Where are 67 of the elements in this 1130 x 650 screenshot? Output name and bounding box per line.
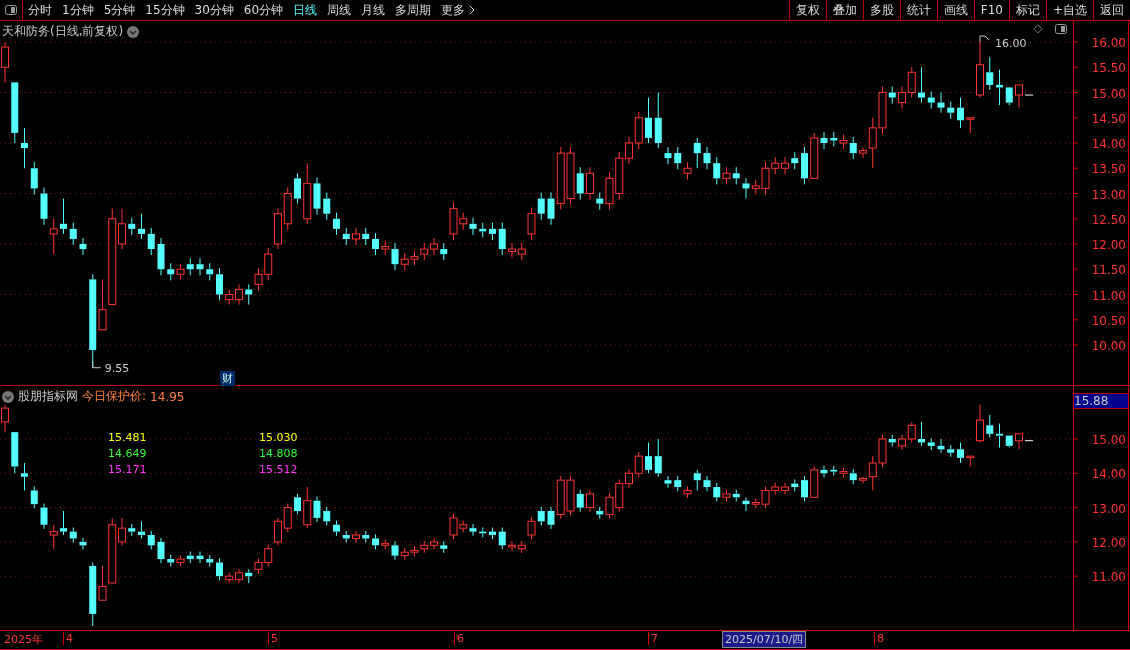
- dropdown-icon[interactable]: [127, 25, 140, 38]
- axis-label: 10.50: [1091, 313, 1126, 328]
- axis-label: 13.50: [1091, 162, 1126, 177]
- month-label: 7: [648, 632, 658, 645]
- axis-label: 15.00: [1091, 433, 1126, 447]
- axis-label: 10.00: [1091, 339, 1126, 353]
- axis-label: 14.00: [1091, 467, 1126, 482]
- indicator-value: 15.512: [259, 463, 299, 476]
- toolbar-button[interactable]: 返回: [1093, 0, 1130, 20]
- period-tab[interactable]: 1分钟: [57, 0, 99, 20]
- toolbar-button[interactable]: 叠加: [825, 0, 863, 20]
- period-tab[interactable]: 多周期: [390, 0, 437, 20]
- month-label: 8: [874, 632, 884, 645]
- toolbar-button[interactable]: F10: [973, 0, 1009, 20]
- panel-toggle-icon[interactable]: [1055, 24, 1067, 34]
- axis-label: 16.00: [1091, 36, 1126, 50]
- dropdown-icon[interactable]: [2, 390, 14, 403]
- high-marker-icon: [979, 35, 990, 43]
- toolbar-button[interactable]: 复权: [788, 0, 826, 20]
- period-tab[interactable]: 15分钟: [140, 0, 190, 20]
- toolbar-button[interactable]: 标记: [1008, 0, 1046, 20]
- toolbar-button[interactable]: 统计: [899, 0, 937, 20]
- cursor-date-label: 2025/07/10/四: [722, 631, 807, 648]
- toolbar-button[interactable]: 多股: [862, 0, 900, 20]
- indicator-value: 15.171: [108, 463, 148, 476]
- period-tab[interactable]: 30分钟: [189, 0, 239, 20]
- indicator-value: 15.030: [259, 431, 299, 444]
- chart-title: 天和防务(日线,前复权): [2, 23, 124, 40]
- indicator-value: 14.649: [108, 447, 148, 460]
- low-marker-icon: [92, 361, 102, 369]
- axis-label: 15.50: [1091, 61, 1126, 76]
- axis-label: 15.00: [1091, 86, 1126, 101]
- indicator-value: 14.808: [259, 447, 299, 460]
- period-tab[interactable]: 月线: [356, 0, 391, 20]
- current-price-label: 15.88: [1074, 393, 1128, 409]
- toolbar-button[interactable]: +自选: [1045, 0, 1093, 20]
- period-tab[interactable]: 5分钟: [98, 0, 141, 20]
- axis-label: 13.00: [1091, 501, 1126, 516]
- axis-label: 11.00: [1091, 570, 1126, 585]
- year-label: 2025年: [4, 632, 43, 647]
- axis-label: 12.00: [1091, 238, 1126, 252]
- axis-label: 12.00: [1091, 535, 1126, 550]
- period-tab[interactable]: 60分钟: [238, 0, 289, 20]
- axis-label: 11.00: [1091, 288, 1126, 303]
- period-tab[interactable]: 日线: [288, 0, 323, 20]
- month-label: 5: [268, 632, 278, 645]
- panel-toggle-icon: [5, 5, 17, 15]
- chevron-right-icon: [469, 5, 476, 15]
- protect-price-label: 今日保护价:: [82, 388, 147, 405]
- financial-report-marker[interactable]: 财: [220, 371, 235, 386]
- month-label: 4: [63, 632, 73, 645]
- axis-label: 11.50: [1091, 263, 1126, 278]
- month-label: 6: [454, 632, 464, 645]
- indicator-value: 15.481: [108, 431, 148, 444]
- axis-label: 14.50: [1091, 111, 1126, 126]
- axis-label: 14.00: [1091, 137, 1126, 151]
- period-tab[interactable]: 周线: [322, 0, 357, 20]
- period-tab[interactable]: 分时: [23, 0, 57, 20]
- more-button[interactable]: 更多: [436, 0, 481, 20]
- diamond-icon[interactable]: [1033, 24, 1043, 34]
- protect-price-value: 14.95: [150, 389, 185, 404]
- low-price-label: 9.55: [104, 361, 130, 375]
- high-price-label: 16.00: [995, 37, 1027, 50]
- toolbar-button[interactable]: 画线: [936, 0, 974, 20]
- axis-label: 13.00: [1091, 187, 1126, 202]
- axis-label: 12.50: [1091, 212, 1126, 227]
- indicator-name: 股朋指标网: [18, 388, 78, 405]
